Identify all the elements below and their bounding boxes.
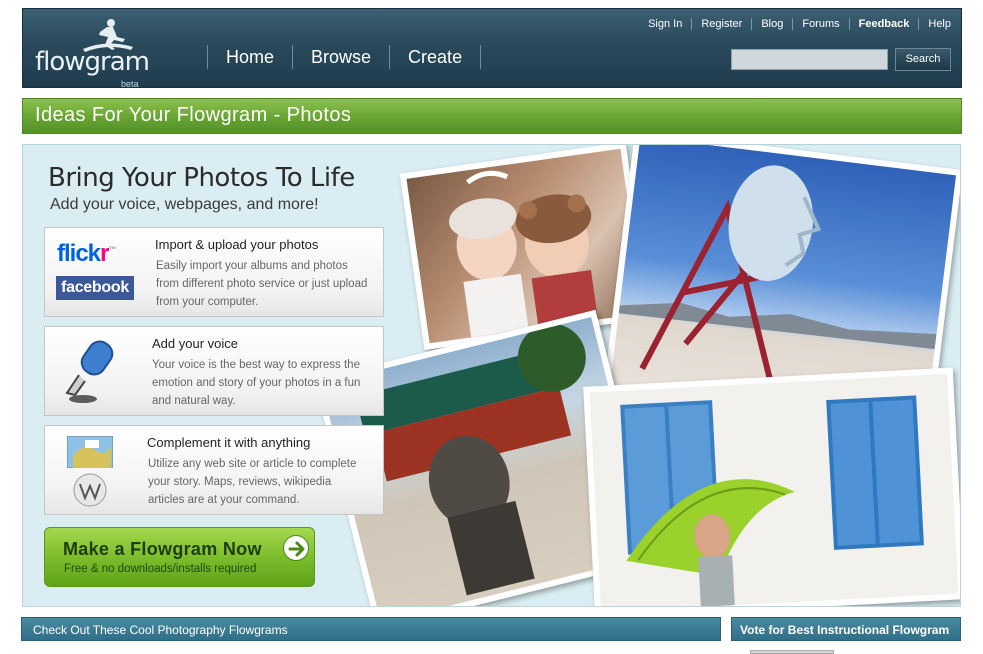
sign-in-link[interactable]: Sign In — [639, 18, 693, 30]
help-link[interactable]: Help — [919, 18, 957, 30]
facebook-logo: facebook — [56, 276, 134, 300]
main-nav: Home Browse Create — [207, 45, 482, 69]
search-input[interactable] — [731, 49, 888, 70]
page-title: Ideas For Your Flowgram - Photos — [35, 104, 352, 126]
hero-subtitle: Add your voice, webpages, and more! — [50, 196, 319, 213]
site-header: flowgram beta Home Browse Create Sign In… — [22, 8, 962, 89]
forums-link[interactable]: Forums — [793, 18, 850, 30]
photography-flowgrams-heading-text: Check Out These Cool Photography Flowgra… — [33, 623, 288, 637]
feature-complement-title: Complement it with anything — [147, 435, 311, 450]
logo-wordmark: flowgram — [35, 47, 150, 77]
nav-create[interactable]: Create — [389, 45, 482, 69]
feature-import-title: Import & upload your photos — [155, 237, 319, 252]
feature-complement: Complement it with anything Utilize any … — [44, 425, 384, 515]
nav-browse[interactable]: Browse — [292, 45, 389, 69]
hero-title: Bring Your Photos To Life — [48, 163, 355, 193]
wikipedia-icon — [73, 473, 107, 507]
feature-voice: Add your voice Your voice is the best wa… — [44, 326, 384, 416]
beta-badge: beta — [121, 79, 139, 89]
feature-complement-body: Utilize any web site or article to compl… — [148, 458, 357, 506]
hero-banner: Bring Your Photos To Life Add your voice… — [22, 144, 961, 607]
flickr-logo: flickr™ — [57, 240, 116, 267]
feature-voice-body: Your voice is the best way to express th… — [152, 359, 361, 407]
blog-link[interactable]: Blog — [752, 18, 794, 30]
nav-home[interactable]: Home — [207, 45, 292, 69]
top-links: Sign In Register Blog Forums Feedback He… — [639, 18, 957, 30]
photography-flowgrams-heading: Check Out These Cool Photography Flowgra… — [21, 617, 721, 641]
cta-sublabel: Free & no downloads/installs required — [64, 563, 257, 575]
cta-label: Make a Flowgram Now — [63, 539, 262, 559]
arrow-right-icon — [283, 535, 309, 561]
feature-voice-title: Add your voice — [152, 336, 238, 351]
umbrella-illustration — [620, 395, 924, 606]
vote-heading-text: Vote for Best Instructional Flowgram — [740, 623, 950, 637]
feature-import-body: Easily import your albums and photos fro… — [156, 260, 368, 308]
poll-widget-edge — [750, 650, 834, 654]
kids-illustration — [448, 170, 598, 338]
vote-heading: Vote for Best Instructional Flowgram — [731, 617, 961, 641]
make-flowgram-button[interactable]: Make a Flowgram Now Free & no downloads/… — [44, 527, 315, 587]
flowgram-logo[interactable]: flowgram beta — [33, 15, 153, 89]
register-link[interactable]: Register — [692, 18, 753, 30]
search-button[interactable]: Search — [895, 48, 951, 71]
photo-umbrella — [583, 367, 960, 606]
microphone-icon — [65, 340, 114, 403]
feedback-link[interactable]: Feedback — [850, 18, 920, 30]
map-icon — [67, 436, 113, 468]
page-title-bar: Ideas For Your Flowgram - Photos — [22, 98, 962, 134]
feature-import: flickr™ facebook Import & upload your ph… — [44, 227, 384, 317]
